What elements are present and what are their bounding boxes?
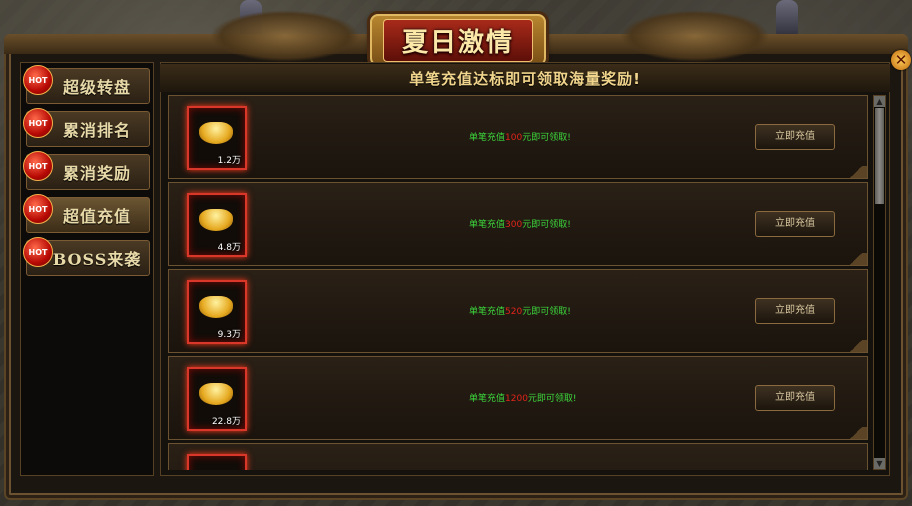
- sidebar-item-super-wheel[interactable]: HOT 超级转盘: [23, 65, 150, 104]
- row-corner-ornament: [845, 427, 867, 439]
- sidebar-item-value-recharge[interactable]: HOT 超值充值: [23, 194, 150, 233]
- recharge-amount: 1200: [505, 394, 528, 404]
- window-title: 夏日激情: [370, 14, 546, 66]
- reward-condition: 单笔充值1200元即可领取!: [469, 394, 577, 404]
- reward-item-slot[interactable]: 4.8万: [187, 193, 247, 257]
- gold-ingot-icon: [199, 122, 233, 144]
- reward-item-slot[interactable]: 9.3万: [187, 280, 247, 344]
- reward-item-slot[interactable]: 22.8万: [187, 367, 247, 431]
- hot-badge-icon: HOT: [23, 194, 53, 224]
- gold-ingot-icon: [199, 296, 233, 318]
- scroll-down-icon[interactable]: ▼: [874, 458, 885, 469]
- hot-badge-icon: HOT: [23, 108, 53, 138]
- sidebar-item-label: 超级转盘: [62, 78, 131, 97]
- reward-condition: 单笔充值520元即可领取!: [469, 307, 571, 317]
- sidebar-item-label: 累消奖励: [62, 164, 131, 183]
- sidebar-item-label: BOSS来袭: [52, 250, 142, 269]
- gold-ingot-icon: [199, 209, 233, 231]
- list-scrollbar[interactable]: ▲ ▼: [873, 95, 886, 470]
- sidebar-item-label: 累消排名: [62, 121, 131, 140]
- recharge-now-button[interactable]: 立即充值: [755, 124, 835, 150]
- sidebar-item-spend-reward[interactable]: HOT 累消奖励: [23, 151, 150, 190]
- item-quantity: 22.8万: [211, 417, 241, 427]
- scroll-up-icon[interactable]: ▲: [874, 96, 885, 107]
- reward-row: 22.8万 单笔充值1200元即可领取! 立即充值: [168, 356, 868, 440]
- promo-banner: 单笔充值达标即可领取海量奖励!: [160, 64, 890, 92]
- recharge-amount: 100: [505, 133, 523, 143]
- reward-row: 1.2万 单笔充值100元即可领取! 立即充值: [168, 95, 868, 179]
- row-corner-ornament: [845, 253, 867, 265]
- recharge-now-button[interactable]: 立即充值: [755, 298, 835, 324]
- item-quantity: 1.2万: [217, 156, 241, 166]
- reward-list: 1.2万 单笔充值100元即可领取! 立即充值 4.8万 单笔充值300元即可领…: [168, 95, 868, 470]
- row-corner-ornament: [845, 340, 867, 352]
- hot-badge-icon: HOT: [23, 237, 53, 267]
- reward-condition: 单笔充值100元即可领取!: [469, 133, 571, 143]
- close-icon[interactable]: ✕: [891, 50, 911, 70]
- hot-badge-icon: HOT: [23, 65, 53, 95]
- dragon-ornament-right: [620, 10, 770, 62]
- hot-badge-icon: HOT: [23, 151, 53, 181]
- row-corner-ornament: [845, 166, 867, 178]
- sidebar-item-label: 超值充值: [62, 207, 131, 226]
- gold-ingot-icon: [199, 383, 233, 405]
- recharge-now-button[interactable]: 立即充值: [755, 211, 835, 237]
- item-quantity: 4.8万: [217, 243, 241, 253]
- recharge-amount: 520: [505, 307, 523, 317]
- recharge-amount: 300: [505, 220, 523, 230]
- reward-row: 4.8万 单笔充值300元即可领取! 立即充值: [168, 182, 868, 266]
- reward-row: 9.3万 单笔充值520元即可领取! 立即充值: [168, 269, 868, 353]
- reward-condition: 单笔充值300元即可领取!: [469, 220, 571, 230]
- reward-item-slot[interactable]: 1.2万: [187, 106, 247, 170]
- sidebar-item-spend-ranking[interactable]: HOT 累消排名: [23, 108, 150, 147]
- item-quantity: 9.3万: [217, 330, 241, 340]
- reward-row-partial: [168, 443, 868, 470]
- reward-item-slot[interactable]: [187, 454, 247, 470]
- recharge-now-button[interactable]: 立即充值: [755, 385, 835, 411]
- dragon-ornament-left: [210, 10, 360, 62]
- sidebar-item-boss-raid[interactable]: HOT BOSS来袭: [23, 237, 150, 276]
- window-title-text: 夏日激情: [401, 27, 514, 58]
- banner-text: 单笔充值达标即可领取海量奖励!: [409, 69, 641, 88]
- scroll-thumb[interactable]: [875, 108, 884, 204]
